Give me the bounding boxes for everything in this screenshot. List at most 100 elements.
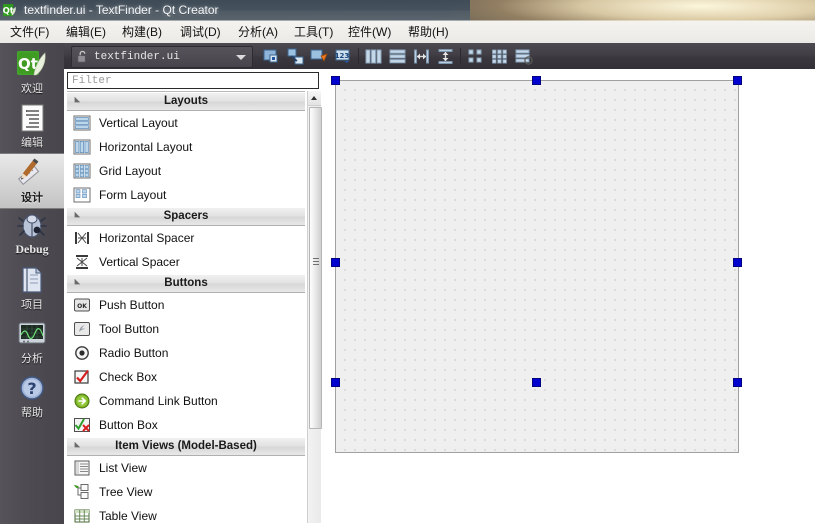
- widget-item-label: Tree View: [99, 485, 153, 499]
- scroll-up-button[interactable]: [308, 91, 321, 106]
- widget-section-buttons[interactable]: Buttons: [67, 274, 305, 293]
- mode-help[interactable]: ? 帮助: [0, 369, 64, 423]
- mode-selector-bar: Qt 欢迎 编辑设计 Debug 项目分析? 帮助: [0, 43, 65, 524]
- mode-projects[interactable]: 项目: [0, 261, 64, 315]
- menu-window[interactable]: 控件(W): [344, 23, 395, 41]
- menu-tools[interactable]: 工具(T): [290, 23, 337, 41]
- ruler-pencil-icon: [16, 157, 48, 189]
- widget-list-item[interactable]: Horizontal Spacer: [67, 226, 305, 250]
- widget-section-spacers[interactable]: Spacers: [67, 207, 305, 226]
- vertical-layout-icon: [73, 114, 91, 132]
- layout-splitter-horizontal-button[interactable]: [412, 47, 431, 66]
- splitter-horizontal-icon: [414, 49, 429, 64]
- horizontal-layout-icon: [73, 138, 91, 156]
- widget-list-item[interactable]: Tool Button: [67, 317, 305, 341]
- bug-icon: [16, 210, 48, 242]
- horizontal-spacer-icon: [73, 229, 91, 247]
- open-documents-combo[interactable]: textfinder.ui: [71, 46, 253, 68]
- mode-edit[interactable]: 编辑: [0, 99, 64, 153]
- menu-file[interactable]: 文件(F): [6, 23, 53, 41]
- section-title: Buttons: [164, 277, 208, 289]
- selection-handle-middle-right[interactable]: [733, 258, 742, 267]
- widget-list-item[interactable]: Form Layout: [67, 183, 305, 207]
- widget-item-label: Vertical Layout: [99, 116, 178, 130]
- menu-edit[interactable]: 编辑(E): [62, 23, 110, 41]
- mode-label: 项目: [21, 298, 43, 311]
- widget-item-label: Button Box: [99, 418, 158, 432]
- edit-buddies-button[interactable]: [310, 47, 329, 66]
- filter-placeholder: Filter: [72, 75, 112, 87]
- window-title: textfinder.ui - TextFinder - Qt Creator: [24, 3, 219, 17]
- widget-list-item[interactable]: Radio Button: [67, 341, 305, 365]
- menu-bar: 文件(F) 编辑(E) 构建(B) 调试(D) 分析(A) 工具(T) 控件(W) 帮助(H): [0, 21, 815, 44]
- widget-list-item[interactable]: Vertical Spacer: [67, 250, 305, 274]
- break-layout-icon: [515, 49, 533, 65]
- tab-order-icon: 123: [335, 49, 350, 63]
- mode-label: Debug: [15, 242, 49, 256]
- layout-horizontally-button[interactable]: [364, 47, 383, 66]
- selection-handle-bottom-center[interactable]: [532, 378, 541, 387]
- selection-handle-middle-left[interactable]: [331, 258, 340, 267]
- mode-welcome[interactable]: Qt 欢迎: [0, 45, 64, 99]
- widget-item-label: Tool Button: [99, 322, 160, 336]
- title-bar: Qt textfinder.ui - TextFinder - Qt Creat…: [0, 0, 815, 21]
- widget-list-item[interactable]: Tree View: [67, 480, 305, 504]
- widget-section-item-views[interactable]: Item Views (Model-Based): [67, 437, 305, 456]
- selection-handle-top-right[interactable]: [733, 76, 742, 85]
- break-layout-button[interactable]: [514, 47, 533, 66]
- mode-analyze[interactable]: 分析: [0, 315, 64, 369]
- widget-list-item[interactable]: Grid Layout: [67, 159, 305, 183]
- widget-item-label: Horizontal Layout: [99, 140, 193, 154]
- widget-box-scrollbar[interactable]: [307, 91, 322, 523]
- widget-list[interactable]: Layouts Vertical Layout Horizontal Layout G…: [67, 91, 305, 524]
- layout-horizontal-icon: [365, 49, 382, 64]
- layout-form-button[interactable]: [466, 47, 485, 66]
- qt-logo-icon: Qt: [3, 3, 16, 17]
- layout-splitter-vertical-button[interactable]: [436, 47, 455, 66]
- widget-item-label: Push Button: [99, 298, 165, 312]
- mode-label: 欢迎: [21, 82, 43, 95]
- filter-input[interactable]: Filter: [67, 72, 319, 89]
- mode-design[interactable]: 设计: [0, 153, 64, 209]
- edit-signals-slots-button[interactable]: [286, 47, 305, 66]
- widget-list-item[interactable]: Horizontal Layout: [67, 135, 305, 159]
- layout-vertically-button[interactable]: [388, 47, 407, 66]
- widget-list-item[interactable]: List View: [67, 456, 305, 480]
- menu-debug[interactable]: 调试(D): [176, 23, 225, 41]
- form-editor-area[interactable]: [322, 69, 815, 524]
- menu-help[interactable]: 帮助(H): [404, 23, 453, 41]
- toolbar-separator: [358, 48, 359, 64]
- widget-section-layouts[interactable]: Layouts: [67, 92, 305, 111]
- selection-handle-top-center[interactable]: [532, 76, 541, 85]
- chevron-down-icon[interactable]: [236, 55, 246, 60]
- widget-item-label: Vertical Spacer: [99, 255, 180, 269]
- selection-handle-bottom-right[interactable]: [733, 378, 742, 387]
- selection-handle-top-left[interactable]: [331, 76, 340, 85]
- widget-list-item[interactable]: Vertical Layout: [67, 111, 305, 135]
- mode-debug[interactable]: Debug: [0, 207, 64, 261]
- menu-analyze[interactable]: 分析(A): [234, 23, 282, 41]
- radio-button-icon: [73, 344, 91, 362]
- mode-label: 设计: [21, 191, 43, 204]
- edit-tab-order-button[interactable]: 123: [334, 47, 353, 66]
- edit-widgets-button[interactable]: [262, 47, 281, 66]
- section-title: Item Views (Model-Based): [115, 440, 257, 452]
- scrollbar-grip-icon: [313, 258, 319, 265]
- buddies-icon: [310, 49, 328, 62]
- widget-list-item[interactable]: Command Link Button: [67, 389, 305, 413]
- mode-label: 帮助: [21, 406, 43, 419]
- unlocked-padlock-icon: [77, 50, 86, 63]
- menu-build[interactable]: 构建(B): [118, 23, 166, 41]
- layout-form-icon: [468, 49, 482, 63]
- widget-item-label: Radio Button: [99, 346, 169, 360]
- form-editor-canvas[interactable]: [335, 80, 739, 453]
- scrollbar-thumb[interactable]: [309, 107, 322, 429]
- selection-handle-bottom-left[interactable]: [331, 378, 340, 387]
- widget-list-item[interactable]: Table View: [67, 504, 305, 524]
- widget-list-item[interactable]: Button Box: [67, 413, 305, 437]
- widget-item-label: Table View: [99, 509, 157, 523]
- layout-grid-button[interactable]: [490, 47, 509, 66]
- widget-list-item[interactable]: OK Push Button: [67, 293, 305, 317]
- widget-box-panel: Filter Layouts Vertical Layout Horizontal …: [64, 69, 323, 524]
- widget-list-item[interactable]: Check Box: [67, 365, 305, 389]
